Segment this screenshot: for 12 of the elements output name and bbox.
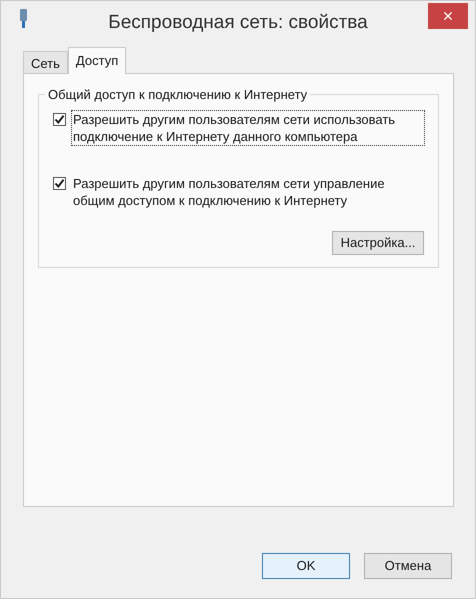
checkbox-label[interactable]: Разрешить другим пользователям сети управление общим доступом к подключению к Интернету bbox=[72, 175, 424, 209]
checkbox[interactable] bbox=[53, 177, 66, 190]
checkbox-label[interactable]: Разрешить другим пользователям сети использовать подключение к Интернету данного компьютера bbox=[72, 111, 424, 145]
tab[interactable]: Доступ bbox=[68, 47, 126, 74]
settings-button[interactable]: Настройка... bbox=[332, 231, 424, 255]
network-adapter-icon bbox=[19, 9, 28, 29]
close-button[interactable]: × bbox=[428, 3, 468, 29]
ok-button[interactable]: OK bbox=[262, 553, 350, 579]
cancel-button[interactable]: Отмена bbox=[364, 553, 452, 579]
tab[interactable]: Сеть bbox=[23, 51, 68, 73]
window-title: Беспроводная сеть: свойства bbox=[108, 10, 368, 35]
checkbox[interactable] bbox=[53, 113, 66, 126]
